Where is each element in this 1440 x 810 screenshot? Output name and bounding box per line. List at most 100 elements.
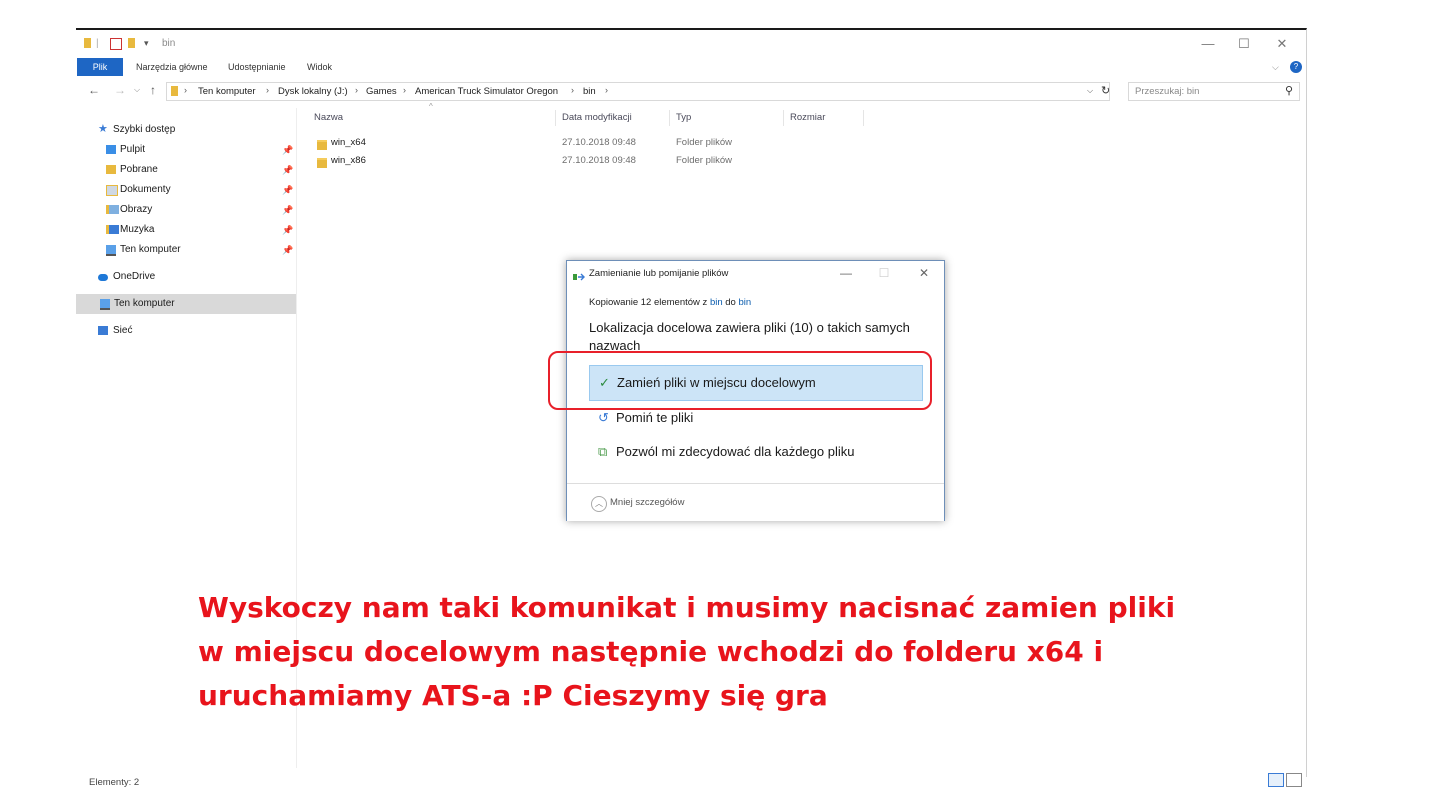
back-icon[interactable]: ← (88, 83, 100, 97)
copy-prefix: Kopiowanie 12 elementów z (589, 297, 710, 308)
sidebar-item-label: Ten komputer (114, 298, 175, 309)
sidebar-item-desktop[interactable]: Pulpit 📌 (76, 140, 296, 160)
column-divider[interactable] (669, 110, 670, 126)
sidebar-item-label: Obrazy (120, 204, 153, 215)
file-name: win_x86 (331, 155, 366, 166)
copy-mid: do (722, 297, 739, 308)
pin-icon[interactable]: 📌 (282, 140, 293, 160)
crumb-ats-oregon[interactable]: American Truck Simulator Oregon (415, 86, 558, 97)
chevron-right-icon: › (605, 85, 608, 95)
sidebar-item-documents[interactable]: Dokumenty 📌 (76, 180, 296, 200)
recent-locations-icon[interactable]: ⌵ (134, 85, 140, 95)
details-view-icon[interactable] (1268, 773, 1284, 787)
documents-icon (106, 185, 118, 196)
crumb-this-pc[interactable]: Ten komputer (198, 86, 256, 97)
dialog-minimize-button[interactable]: — (831, 264, 861, 282)
view-switcher (1266, 773, 1302, 792)
address-box[interactable]: › Ten komputer › Dysk lokalny (J:) › Gam… (166, 82, 1110, 101)
tab-view[interactable]: Widok (307, 58, 332, 76)
file-date: 27.10.2018 09:48 (562, 155, 636, 166)
chevron-right-icon: › (403, 85, 406, 95)
sidebar-item-pictures[interactable]: Obrazy 📌 (76, 200, 296, 220)
chevron-down-icon[interactable]: ⌵ (1087, 86, 1093, 96)
network-icon (98, 326, 108, 335)
column-divider[interactable] (555, 110, 556, 126)
dialog-close-button[interactable]: ✕ (909, 264, 939, 282)
dialog-maximize-button: ☐ (878, 266, 890, 280)
decide-each-option[interactable]: ⧉ Pozwól mi zdecydować dla każdego pliku (589, 435, 921, 469)
sidebar-item-music[interactable]: Muzyka 📌 (76, 220, 296, 240)
search-icon[interactable]: ⚲ (1285, 84, 1293, 97)
sidebar-item-downloads[interactable]: Pobrane 📌 (76, 160, 296, 180)
folder-icon (84, 38, 91, 48)
column-type[interactable]: Typ (676, 112, 691, 123)
sidebar-item-label: Pulpit (120, 144, 146, 155)
column-name[interactable]: Nazwa (314, 112, 343, 123)
sidebar-item-label: Sieć (113, 325, 133, 336)
sidebar-item-quick-access[interactable]: ★ Szybki dostęp (76, 120, 296, 140)
refresh-icon[interactable]: ↻ (1101, 84, 1110, 97)
highlight-annotation (548, 351, 932, 410)
tab-home[interactable]: Narzędzia główne (136, 58, 208, 76)
chevron-right-icon: › (355, 85, 358, 95)
search-input[interactable]: Przeszukaj: bin (1135, 86, 1199, 97)
sort-ascending-icon: ^ (429, 102, 433, 111)
folder-icon (317, 140, 327, 150)
pin-icon[interactable]: 📌 (282, 200, 293, 220)
pin-icon[interactable]: 📌 (282, 180, 293, 200)
pin-icon[interactable]: 📌 (282, 220, 293, 240)
computer-icon (106, 245, 116, 256)
copy-icon (573, 269, 585, 281)
compare-files-icon: ⧉ (598, 444, 608, 459)
new-folder-icon[interactable] (128, 38, 135, 48)
crumb-games[interactable]: Games (366, 86, 397, 97)
properties-icon[interactable] (110, 38, 122, 50)
pictures-icon (106, 205, 119, 214)
pin-icon[interactable]: 📌 (282, 160, 293, 180)
copy-summary: Kopiowanie 12 elementów z bin do bin (589, 297, 751, 308)
close-button[interactable]: ✕ (1264, 34, 1300, 54)
tab-share[interactable]: Udostępnianie (228, 58, 286, 76)
column-date[interactable]: Data modyfikacji (562, 112, 632, 123)
forward-icon[interactable]: → (114, 83, 126, 97)
less-details-button[interactable]: Mniej szczegółów (610, 497, 684, 508)
column-divider[interactable] (783, 110, 784, 126)
star-icon: ★ (98, 123, 108, 135)
sidebar-item-label: Dokumenty (120, 184, 171, 195)
column-size[interactable]: Rozmiar (790, 112, 825, 123)
up-icon[interactable]: ↑ (150, 83, 156, 97)
large-icons-view-icon[interactable] (1286, 773, 1302, 787)
status-item-count: Elementy: 2 (89, 777, 140, 788)
title-bar: | ▾ bin — ☐ ✕ (76, 30, 1306, 58)
source-link[interactable]: bin (710, 297, 723, 308)
destination-link[interactable]: bin (738, 297, 751, 308)
customize-toolbar-icon[interactable]: ▾ (144, 38, 149, 49)
file-name: win_x64 (331, 137, 366, 148)
sidebar-item-onedrive[interactable]: OneDrive (76, 267, 296, 287)
sidebar-item-this-pc-pinned[interactable]: Ten komputer 📌 (76, 240, 296, 260)
sidebar-item-label: OneDrive (113, 271, 156, 282)
search-box[interactable]: Przeszukaj: bin ⚲ (1128, 82, 1300, 101)
crumb-bin[interactable]: bin (583, 86, 596, 97)
sidebar-item-this-pc[interactable]: Ten komputer (76, 294, 296, 314)
expand-ribbon-icon[interactable]: ⌵ (1272, 58, 1279, 76)
sidebar-item-label: Pobrane (120, 164, 158, 175)
dialog-title: Zamienianie lub pomijanie plików (589, 268, 729, 279)
computer-icon (100, 299, 110, 310)
help-icon[interactable]: ? (1290, 61, 1302, 73)
window-title: bin (162, 38, 176, 49)
chevron-right-icon: › (184, 85, 187, 95)
chevron-up-icon[interactable]: ︿ (591, 496, 607, 512)
pin-icon[interactable]: 📌 (282, 240, 293, 260)
crumb-drive[interactable]: Dysk lokalny (J:) (278, 86, 348, 97)
downloads-icon (106, 165, 116, 174)
sidebar-item-network[interactable]: Sieć (76, 321, 296, 341)
chevron-right-icon: › (266, 85, 269, 95)
maximize-button[interactable]: ☐ (1226, 34, 1262, 54)
music-icon (106, 225, 119, 234)
dialog-message: Lokalizacja docelowa zawiera pliki (10) … (589, 320, 910, 353)
tab-file[interactable]: Plik (77, 58, 123, 76)
minimize-button[interactable]: — (1190, 34, 1226, 54)
column-divider[interactable] (863, 110, 864, 126)
separator: | (96, 38, 99, 49)
